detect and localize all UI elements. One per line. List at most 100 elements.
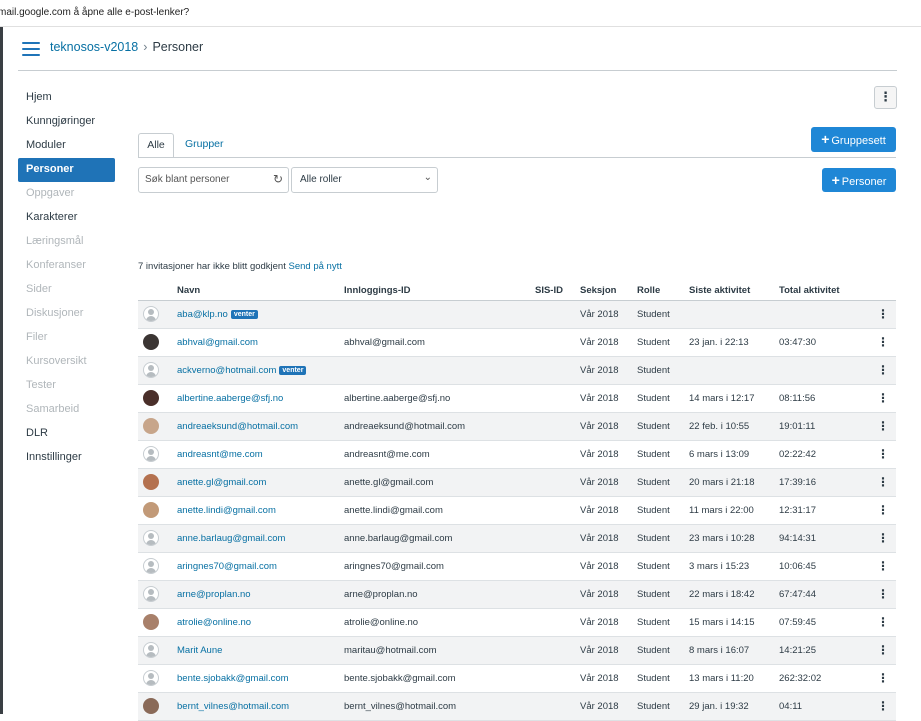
add-people-button[interactable]: + Personer: [822, 168, 896, 192]
resend-invitations-link[interactable]: Send på nytt: [289, 261, 342, 272]
person-name-link[interactable]: anne.barlaug@gmail.com: [177, 533, 285, 544]
total-activity: 67:47:44: [779, 589, 816, 600]
section: Vår 2018: [580, 673, 619, 684]
status-text: mail.google.com å åpne alle e-post-lenke…: [0, 7, 190, 18]
last-activity: 13 mars i 11:20: [689, 673, 754, 684]
person-name-link[interactable]: abhval@gmail.com: [177, 337, 258, 348]
role: Student: [637, 449, 670, 460]
row-options-kebab-icon[interactable]: ⋮: [877, 475, 889, 489]
person-name-link[interactable]: anette.gl@gmail.com: [177, 477, 266, 488]
person-name-link[interactable]: anette.lindi@gmail.com: [177, 505, 276, 516]
nav-item-oppgaver[interactable]: Oppgaver: [18, 182, 115, 206]
default-avatar-icon: [143, 306, 159, 322]
add-groupset-button[interactable]: + Gruppesett: [811, 127, 896, 152]
nav-item-kunngjøringer[interactable]: Kunngjøringer: [18, 110, 115, 134]
default-avatar-icon: [143, 446, 159, 462]
role: Student: [637, 701, 670, 712]
col-header-section[interactable]: Seksjon: [580, 285, 616, 296]
nav-item-personer[interactable]: Personer: [18, 158, 115, 182]
row-options-kebab-icon[interactable]: ⋮: [877, 531, 889, 545]
table-row: ackverno@hotmail.com venter Vår 2018 Studen…: [138, 357, 896, 385]
add-groupset-label: Gruppesett: [831, 135, 886, 147]
person-name-link[interactable]: andreaeksund@hotmail.com: [177, 421, 298, 432]
row-options-kebab-icon[interactable]: ⋮: [877, 671, 889, 685]
person-name-link[interactable]: atrolie@online.no: [177, 617, 251, 628]
person-name-link[interactable]: arne@proplan.no: [177, 589, 251, 600]
search-people-field[interactable]: ↻: [138, 167, 289, 193]
person-name-text: abhval@gmail.com: [177, 337, 258, 348]
nav-item-innstillinger[interactable]: Innstillinger: [18, 446, 115, 470]
person-name-link[interactable]: Marit Aune: [177, 645, 222, 656]
col-header-last-activity[interactable]: Siste aktivitet: [689, 285, 750, 296]
person-name-link[interactable]: bernt_vilnes@hotmail.com: [177, 701, 289, 712]
nav-item-dlr[interactable]: DLR: [18, 422, 115, 446]
row-options-kebab-icon[interactable]: ⋮: [877, 391, 889, 405]
total-activity: 03:47:30: [779, 337, 816, 348]
person-name-text: albertine.aaberge@sfj.no: [177, 393, 284, 404]
nav-item-filer[interactable]: Filer: [18, 326, 115, 350]
person-name-link[interactable]: aba@klp.no venter: [177, 309, 258, 320]
section: Vår 2018: [580, 505, 619, 516]
nav-item-moduler[interactable]: Moduler: [18, 134, 115, 158]
row-options-kebab-icon[interactable]: ⋮: [877, 503, 889, 517]
total-activity: 262:32:02: [779, 673, 822, 684]
row-options-kebab-icon[interactable]: ⋮: [877, 587, 889, 601]
person-name-link[interactable]: ackverno@hotmail.com venter: [177, 365, 307, 376]
person-name-link[interactable]: bente.sjobakk@gmail.com: [177, 673, 289, 684]
person-name-link[interactable]: albertine.aaberge@sfj.no: [177, 393, 283, 404]
table-row: anette.gl@gmail.com anette.gl@gmail.com Vå…: [138, 469, 896, 497]
section: Vår 2018: [580, 533, 619, 544]
row-options-kebab-icon[interactable]: ⋮: [877, 447, 889, 461]
breadcrumb-course-link[interactable]: teknosos-v2018: [50, 40, 138, 54]
hamburger-menu-icon[interactable]: [22, 42, 40, 56]
row-options-kebab-icon[interactable]: ⋮: [877, 363, 889, 377]
page-options-kebab-icon[interactable]: ⋮: [874, 86, 897, 109]
tab-all[interactable]: Alle: [138, 133, 174, 158]
tab-groups[interactable]: Grupper: [185, 133, 224, 156]
nav-item-samarbeid[interactable]: Samarbeid: [18, 398, 115, 422]
nav-item-diskusjoner[interactable]: Diskusjoner: [18, 302, 115, 326]
role: Student: [637, 365, 670, 376]
table-row: arne@proplan.no arne@proplan.no Vår 2018 St…: [138, 581, 896, 609]
section: Vår 2018: [580, 421, 619, 432]
role: Student: [637, 617, 670, 628]
row-options-kebab-icon[interactable]: ⋮: [877, 643, 889, 657]
row-options-kebab-icon[interactable]: ⋮: [877, 559, 889, 573]
nav-item-kursoversikt[interactable]: Kursoversikt: [18, 350, 115, 374]
last-activity: 11 mars i 22:00: [689, 505, 754, 516]
nav-item-karakterer[interactable]: Karakterer: [18, 206, 115, 230]
row-options-kebab-icon[interactable]: ⋮: [877, 699, 889, 713]
person-name-text: Marit Aune: [177, 645, 223, 656]
section: Vår 2018: [580, 701, 619, 712]
col-header-login[interactable]: Innloggings-ID: [344, 285, 411, 296]
col-header-role[interactable]: Rolle: [637, 285, 660, 296]
nav-item-konferanser[interactable]: Konferanser: [18, 254, 115, 278]
row-options-kebab-icon[interactable]: ⋮: [877, 307, 889, 321]
nav-item-læringsmål[interactable]: Læringsmål: [18, 230, 115, 254]
last-activity: 29 jan. i 19:32: [689, 701, 749, 712]
role-filter-select[interactable]: Alle roller ⌄: [291, 167, 438, 193]
login-id: anne.barlaug@gmail.com: [344, 533, 453, 544]
last-activity: 6 mars i 13:09: [689, 449, 750, 460]
role: Student: [637, 337, 670, 348]
nav-item-hjem[interactable]: Hjem: [18, 86, 115, 110]
search-input[interactable]: [145, 172, 269, 187]
people-table: Navn Innloggings-ID SIS-ID Seksjon Rolle…: [138, 282, 896, 721]
person-name-link[interactable]: aringnes70@gmail.com: [177, 561, 277, 572]
login-id: anette.gl@gmail.com: [344, 477, 434, 488]
person-name-text: anette.lindi@gmail.com: [177, 505, 276, 516]
table-row: aringnes70@gmail.com aringnes70@gmail.com…: [138, 553, 896, 581]
col-header-sis[interactable]: SIS-ID: [535, 285, 563, 296]
col-header-name[interactable]: Navn: [177, 285, 200, 296]
login-id: andreaeksund@hotmail.com: [344, 421, 466, 432]
nav-item-tester[interactable]: Tester: [18, 374, 115, 398]
section: Vår 2018: [580, 337, 619, 348]
row-options-kebab-icon[interactable]: ⋮: [877, 335, 889, 349]
table-row: bernt_vilnes@hotmail.com bernt_vilnes@hot…: [138, 693, 896, 721]
person-name-link[interactable]: andreasnt@me.com: [177, 449, 263, 460]
breadcrumb-current: Personer: [152, 40, 204, 54]
nav-item-sider[interactable]: Sider: [18, 278, 115, 302]
col-header-total-activity[interactable]: Total aktivitet: [779, 285, 840, 296]
row-options-kebab-icon[interactable]: ⋮: [877, 615, 889, 629]
row-options-kebab-icon[interactable]: ⋮: [877, 419, 889, 433]
